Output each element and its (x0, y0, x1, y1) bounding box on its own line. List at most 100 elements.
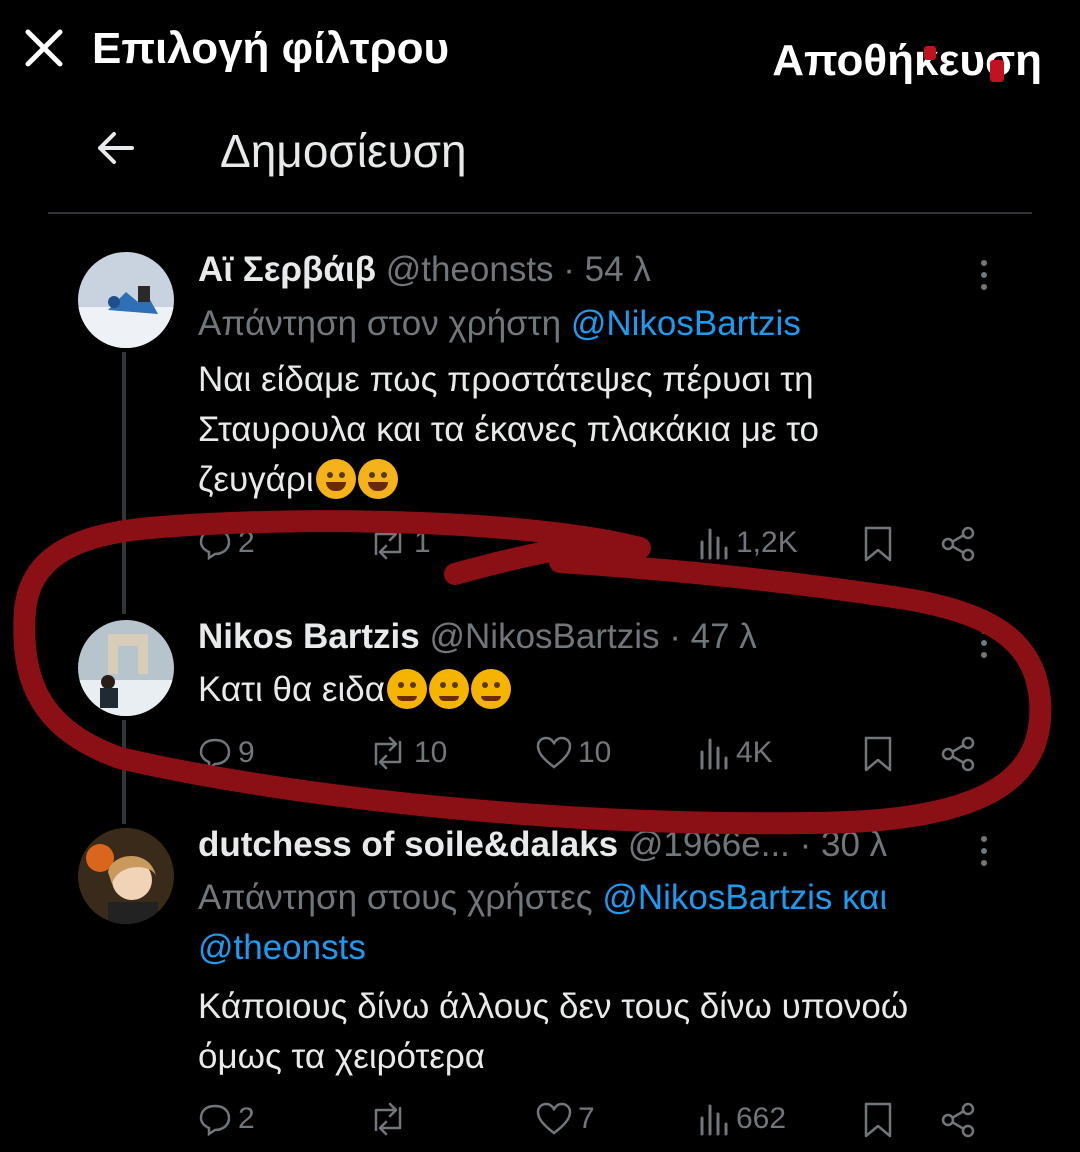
retweet-count: 10 (414, 736, 448, 769)
views-icon (700, 738, 728, 770)
reply-user-link[interactable]: @NikosBartzis (571, 304, 801, 343)
tweet-header: Nikos Bartzis @NikosBartzis · 47 λ (198, 617, 757, 657)
author-handle[interactable]: @theonsts (386, 250, 554, 289)
tweet-text: Κάποιους δίνω άλλους δεν τους δίνω υπονο… (198, 982, 1018, 1082)
tweet-text-line: ζευγάρι (198, 455, 1018, 505)
red-mark (990, 60, 1004, 82)
like-button[interactable]: 21 (536, 526, 611, 560)
share-icon (941, 1102, 975, 1138)
avatar[interactable] (78, 252, 174, 348)
laughing-emoji-icon (357, 459, 398, 499)
reply-icon (199, 738, 231, 770)
reply-to: Απάντηση στους χρήστες @NikosBartzis και (198, 878, 887, 918)
reply-user-link[interactable]: @theonsts (198, 928, 366, 967)
page-title: Δημοσίευση (220, 125, 467, 177)
tweet-text-segment: Κατι θα ειδα (198, 670, 385, 709)
like-icon (536, 1102, 572, 1135)
tweet-text-line: Ναι είδαμε πως προστάτεψες πέρυσι τη (198, 360, 814, 399)
like-icon (536, 526, 572, 559)
bookmark-icon (864, 736, 892, 772)
laughing-emoji-icon (315, 459, 356, 499)
winking-emoji-icon (387, 669, 427, 709)
action-bar: 2 1 21 1,2K (198, 526, 998, 576)
tweet-text-line: Κατι θα ειδα (198, 665, 1018, 715)
reply-prefix: Απάντηση στους χρήστες (198, 878, 593, 917)
share-button[interactable] (940, 1102, 976, 1138)
bookmark-button[interactable] (862, 736, 894, 772)
views-count: 4K (736, 736, 773, 769)
reply-to: Απάντηση στον χρήστη @NikosBartzis (198, 304, 801, 344)
views-icon (700, 1104, 728, 1136)
retweet-icon (374, 736, 402, 770)
share-icon (941, 526, 975, 562)
tweet-text-line: Σταυρουλα και τα έκανες πλακάκια με το (198, 410, 819, 449)
retweet-icon (374, 1102, 402, 1136)
tweet-text-line: όμως τα χειρότερα (198, 1037, 486, 1076)
views-count: 1,2K (736, 526, 798, 559)
avatar[interactable] (78, 620, 174, 716)
author-name[interactable]: Αϊ Σερβάιβ (198, 250, 376, 289)
winking-emoji-icon (471, 669, 511, 709)
reply-count: 2 (238, 526, 255, 559)
reply-count: 9 (238, 736, 255, 769)
editor-title: Επιλογή φίλτρου (92, 24, 450, 73)
divider (48, 212, 1032, 214)
tweet-header: Αϊ Σερβάιβ @theonsts · 54 λ (198, 250, 651, 290)
retweet-icon (374, 526, 402, 560)
retweet-button[interactable]: 1 (368, 526, 431, 560)
reply-icon (199, 1104, 231, 1136)
like-button[interactable]: 10 (536, 736, 611, 770)
tweet-header: dutchess of soile&dalaks @1966e... · 30 … (198, 825, 887, 865)
reply-user-link[interactable]: @NikosBartzis και (602, 878, 887, 917)
editor-top-bar: Επιλογή φίλτρου Αποθήκευση (0, 0, 1080, 100)
bookmark-icon (864, 526, 892, 562)
views-button[interactable]: 4K (698, 736, 773, 770)
timestamp: · 54 λ (563, 250, 651, 289)
reply-to-cont: @theonsts (198, 928, 366, 968)
share-button[interactable] (940, 736, 976, 772)
like-icon (536, 736, 572, 769)
avatar[interactable] (78, 828, 174, 924)
more-icon[interactable] (974, 832, 994, 876)
reply-prefix: Απάντηση στον χρήστη (198, 304, 562, 343)
like-button[interactable]: 7 (536, 1102, 595, 1136)
timestamp: · 47 λ (669, 617, 757, 656)
action-bar: 2 7 662 (198, 1102, 998, 1152)
reply-icon (199, 528, 231, 560)
author-name[interactable]: dutchess of soile&dalaks (198, 825, 618, 864)
views-icon (700, 528, 728, 560)
more-icon[interactable] (974, 256, 994, 300)
reply-button[interactable]: 9 (198, 736, 255, 770)
views-button[interactable]: 662 (698, 1102, 786, 1136)
reply-button[interactable]: 2 (198, 526, 255, 560)
views-button[interactable]: 1,2K (698, 526, 798, 560)
retweet-button[interactable] (368, 1102, 414, 1136)
like-count: 7 (578, 1102, 595, 1135)
tweet-text-line: Κάποιους δίνω άλλους δεν τους δίνω υπονο… (198, 987, 909, 1026)
more-icon[interactable] (974, 624, 994, 668)
tweet-text: Κατι θα ειδα (198, 665, 1018, 715)
reply-button[interactable]: 2 (198, 1102, 255, 1136)
share-button[interactable] (940, 526, 976, 562)
author-handle[interactable]: @1966e... (628, 825, 790, 864)
back-arrow-icon[interactable] (92, 124, 140, 172)
retweet-button[interactable]: 10 (368, 736, 447, 770)
bookmark-button[interactable] (862, 526, 894, 562)
thread-line (122, 352, 126, 614)
action-bar: 9 10 10 4K (198, 736, 998, 786)
share-icon (941, 736, 975, 772)
views-count: 662 (736, 1102, 787, 1135)
red-mark (924, 46, 936, 60)
tweet-text: Ναι είδαμε πως προστάτεψες πέρυσι τη Στα… (198, 355, 1018, 505)
bookmark-button[interactable] (862, 1102, 894, 1138)
thread-line (122, 720, 126, 824)
tweet-text-segment: ζευγάρι (198, 460, 314, 499)
winking-emoji-icon (429, 669, 469, 709)
author-name[interactable]: Nikos Bartzis (198, 617, 420, 656)
reply-count: 2 (238, 1102, 255, 1135)
author-handle[interactable]: @NikosBartzis (429, 617, 659, 656)
like-count: 10 (578, 736, 612, 769)
close-icon[interactable] (22, 26, 66, 70)
like-count: 21 (578, 526, 612, 559)
bookmark-icon (864, 1102, 892, 1138)
